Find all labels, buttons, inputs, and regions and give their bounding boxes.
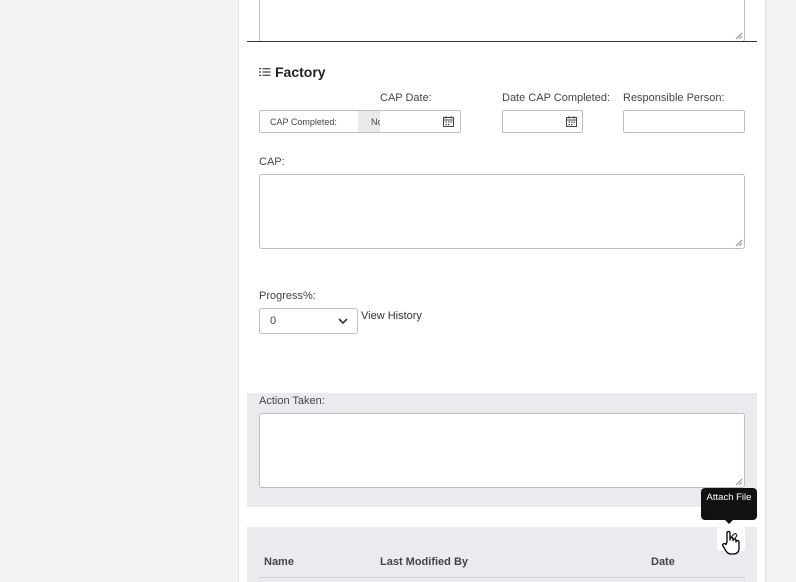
resize-handle-icon[interactable] xyxy=(735,239,742,246)
column-header-date: Date xyxy=(651,556,675,568)
cap-completed-toggle[interactable]: CAP Completed: No xyxy=(259,110,382,133)
action-taken-textarea[interactable] xyxy=(259,413,745,488)
cap-label: CAP: xyxy=(259,156,285,168)
progress-value: 0 xyxy=(270,315,277,327)
view-history-link[interactable]: View History xyxy=(361,310,422,322)
section-divider xyxy=(247,41,757,42)
progress-label: Progress%: xyxy=(259,290,316,302)
resize-handle-icon[interactable] xyxy=(735,32,742,39)
hand-cursor-icon xyxy=(721,530,740,555)
cap-completed-label: CAP Completed: xyxy=(260,111,358,132)
calendar-icon[interactable] xyxy=(443,116,454,127)
resize-handle-icon[interactable] xyxy=(735,478,742,485)
cap-date-label: CAP Date: xyxy=(380,92,432,104)
attachments-section xyxy=(247,527,757,582)
date-cap-completed-label: Date CAP Completed: xyxy=(502,92,611,104)
chevron-down-icon xyxy=(338,318,348,325)
list-icon xyxy=(259,68,271,76)
action-taken-label: Action Taken: xyxy=(259,395,325,407)
column-header-last-modified-by: Last Modified By xyxy=(380,556,469,568)
progress-select[interactable]: 0 xyxy=(259,308,358,334)
column-header-name: Name xyxy=(264,556,294,568)
top-textarea[interactable] xyxy=(259,0,745,42)
calendar-icon[interactable] xyxy=(566,116,577,127)
table-header-rule xyxy=(259,577,745,578)
section-header: Factory xyxy=(259,64,326,80)
responsible-person-input[interactable] xyxy=(623,110,745,133)
date-cap-completed-input[interactable] xyxy=(502,110,583,133)
attach-file-tooltip: Attach File xyxy=(701,488,757,524)
cap-date-input[interactable] xyxy=(380,110,461,133)
section-title: Factory xyxy=(275,64,326,80)
cap-completed-value[interactable]: No xyxy=(358,111,382,132)
cap-textarea[interactable] xyxy=(259,174,745,249)
responsible-person-label: Responsible Person: xyxy=(623,92,725,104)
